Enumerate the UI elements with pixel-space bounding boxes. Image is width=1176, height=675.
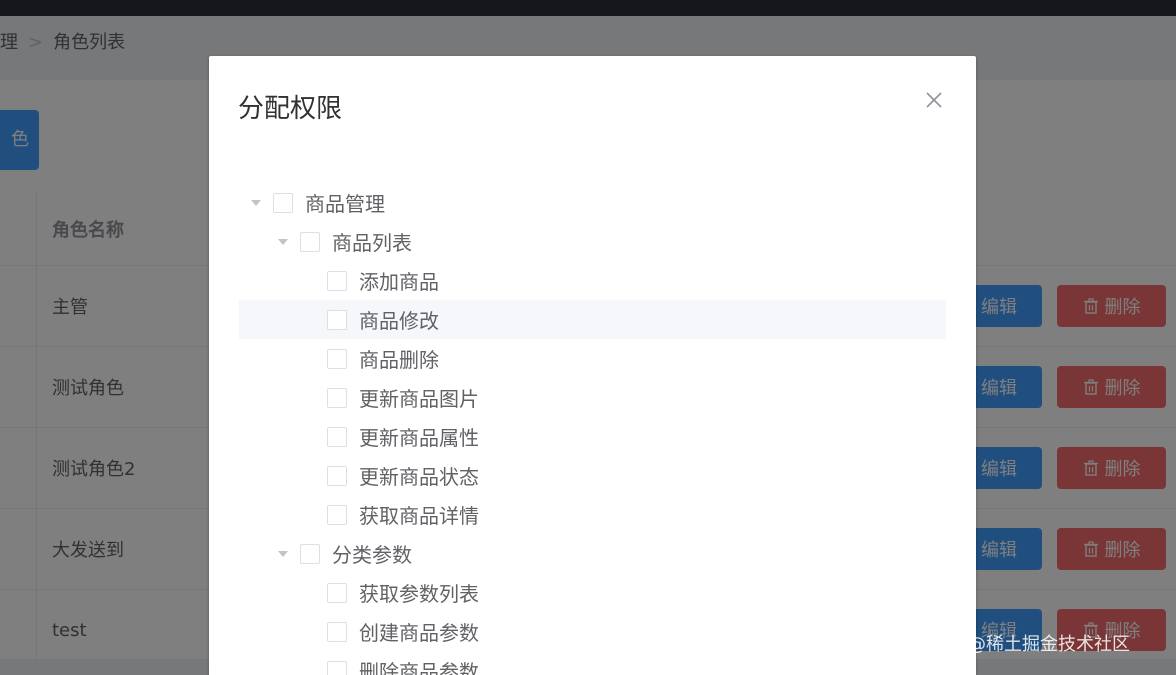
checkbox[interactable]: [327, 309, 347, 330]
checkbox[interactable]: [327, 348, 347, 369]
checkbox[interactable]: [327, 504, 347, 525]
tree-node-label: 更新商品图片: [359, 387, 479, 411]
tree-node[interactable]: 更新商品状态: [239, 456, 946, 495]
tree-node-label: 商品修改: [359, 309, 439, 333]
checkbox[interactable]: [327, 270, 347, 291]
checkbox[interactable]: [300, 231, 320, 252]
tree-node[interactable]: 商品列表: [239, 222, 946, 261]
checkbox[interactable]: [327, 660, 347, 675]
caret-down-icon[interactable]: [251, 199, 261, 206]
watermark: @稀土掘金技术社区: [968, 634, 1130, 655]
tree-node-label: 获取商品详情: [359, 504, 479, 528]
checkbox[interactable]: [327, 387, 347, 408]
caret-down-icon[interactable]: [278, 238, 288, 245]
tree-node[interactable]: 商品管理: [239, 183, 946, 222]
checkbox[interactable]: [327, 465, 347, 486]
checkbox[interactable]: [327, 582, 347, 603]
tree-node-label: 添加商品: [359, 270, 439, 294]
assign-permissions-dialog: 分配权限 商品管理商品列表添加商品商品修改商品删除更新商品图片 更新商品属性 更新商…: [209, 56, 976, 675]
dialog-title: 分配权限: [238, 94, 343, 124]
close-icon[interactable]: [923, 89, 945, 111]
checkbox[interactable]: [327, 621, 347, 642]
tree-node[interactable]: 商品删除: [239, 339, 946, 378]
tree-node-label: 商品管理: [305, 192, 385, 216]
tree-node[interactable]: 添加商品: [239, 261, 946, 300]
checkbox[interactable]: [300, 543, 320, 564]
tree-node-label: 创建商品参数: [359, 621, 479, 645]
tree-node-label: 商品删除: [359, 348, 439, 372]
permission-tree: 商品管理商品列表添加商品商品修改商品删除更新商品图片 更新商品属性 更新商品状态 获取…: [239, 183, 946, 675]
tree-node-label: 分类参数: [332, 543, 412, 567]
tree-node[interactable]: 获取商品详情: [239, 495, 946, 534]
tree-node[interactable]: 更新商品属性: [239, 417, 946, 456]
tree-node-label: 删除商品参数: [359, 660, 479, 675]
tree-node-label: 更新商品状态: [359, 465, 479, 489]
caret-down-icon[interactable]: [278, 550, 288, 557]
tree-node-label: 获取参数列表: [359, 582, 479, 606]
tree-node[interactable]: 更新商品图片: [239, 378, 946, 417]
tree-node-label: 商品列表: [332, 231, 412, 255]
tree-node[interactable]: 分类参数: [239, 534, 946, 573]
tree-node-label: 更新商品属性: [359, 426, 479, 450]
checkbox[interactable]: [273, 192, 293, 213]
tree-node[interactable]: 商品修改: [239, 300, 946, 339]
tree-node[interactable]: 创建商品参数: [239, 612, 946, 651]
checkbox[interactable]: [327, 426, 347, 447]
tree-node[interactable]: 删除商品参数: [239, 651, 946, 675]
tree-node[interactable]: 获取参数列表: [239, 573, 946, 612]
